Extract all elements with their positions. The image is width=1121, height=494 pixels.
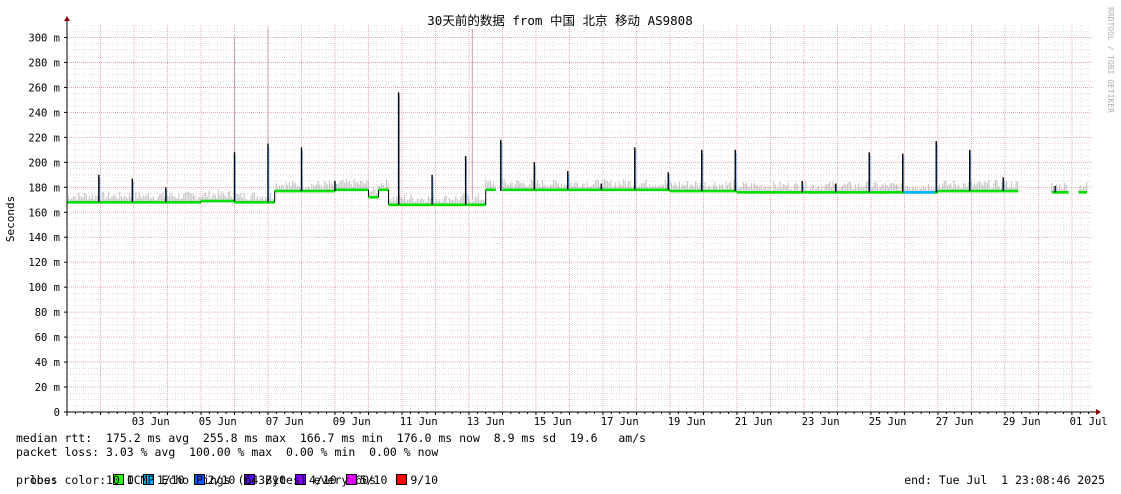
x-tick-label: 01 Jul [1070, 416, 1108, 428]
y-tick-label: 180 m [28, 182, 60, 194]
y-axis-arrow [64, 16, 70, 21]
watermark: RRDTOOL / TOBI OETIKER [1106, 7, 1115, 113]
y-tick-label: 120 m [28, 257, 60, 269]
x-axis-arrow [1096, 409, 1101, 415]
grid [66, 25, 1092, 412]
x-tick-label: 27 Jun [936, 416, 974, 428]
x-tick-label: 07 Jun [266, 416, 304, 428]
outlier-lines [233, 28, 473, 200]
latency-chart: 0 20 m 40 m 60 m 80 m 100 m 120 m 140 m 160 m 180… [4, 7, 1115, 428]
y-tick-label: 240 m [28, 107, 60, 119]
y-tick-label: 140 m [28, 232, 60, 244]
x-tick-label: 29 Jun [1003, 416, 1041, 428]
x-tick-label: 05 Jun [199, 416, 237, 428]
axes [64, 16, 1101, 416]
x-tick-label: 13 Jun [467, 416, 505, 428]
x-tick-label: 03 Jun [132, 416, 170, 428]
y-tick-label: 0 [54, 407, 60, 419]
y-tick-label: 60 m [35, 332, 60, 344]
probe-info: probe: 10 ICMP Echo Pings (64 Bytes) eve… [16, 473, 377, 487]
x-tick-label: 21 Jun [735, 416, 773, 428]
y-tick-label: 20 m [35, 382, 60, 394]
x-tick-label: 11 Jun [400, 416, 438, 428]
y-tick-label: 220 m [28, 132, 60, 144]
y-tick-label: 260 m [28, 82, 60, 94]
x-tick-label: 09 Jun [333, 416, 371, 428]
y-tick-labels: 0 20 m 40 m 60 m 80 m 100 m 120 m 140 m 160 m 180… [28, 32, 60, 419]
end-time: end: Tue Jul 1 23:08:46 2025 [904, 473, 1105, 487]
x-tick-label: 25 Jun [869, 416, 907, 428]
loss-legend-label: 9/10 [410, 473, 439, 487]
y-tick-label: 280 m [28, 57, 60, 69]
loss-legend-item: 9/10 [396, 473, 438, 487]
median-rtt-stats: median rtt: 175.2 ms avg 255.8 ms max 16… [16, 431, 647, 445]
x-tick-label: 17 Jun [601, 416, 639, 428]
y-tick-label: 200 m [28, 157, 60, 169]
x-tick-label: 19 Jun [668, 416, 706, 428]
y-tick-label: 100 m [28, 282, 60, 294]
x-tick-label: 15 Jun [534, 416, 572, 428]
y-tick-label: 160 m [28, 207, 60, 219]
y-tick-label: 40 m [35, 357, 60, 369]
packet-loss-stats: packet loss: 3.03 % avg 100.00 % max 0.0… [16, 445, 439, 459]
y-axis-label: Seconds [4, 196, 17, 242]
loss-swatch [396, 474, 408, 485]
x-tick-label: 23 Jun [802, 416, 840, 428]
chart-title: 30天前的数据 from 中国 北京 移动 AS9808 [427, 13, 692, 28]
y-tick-label: 300 m [28, 32, 60, 44]
y-tick-label: 80 m [35, 307, 60, 319]
x-tick-labels: 03 Jun 05 Jun 07 Jun 09 Jun 11 Jun 13 Jun 15 J… [132, 416, 1108, 428]
